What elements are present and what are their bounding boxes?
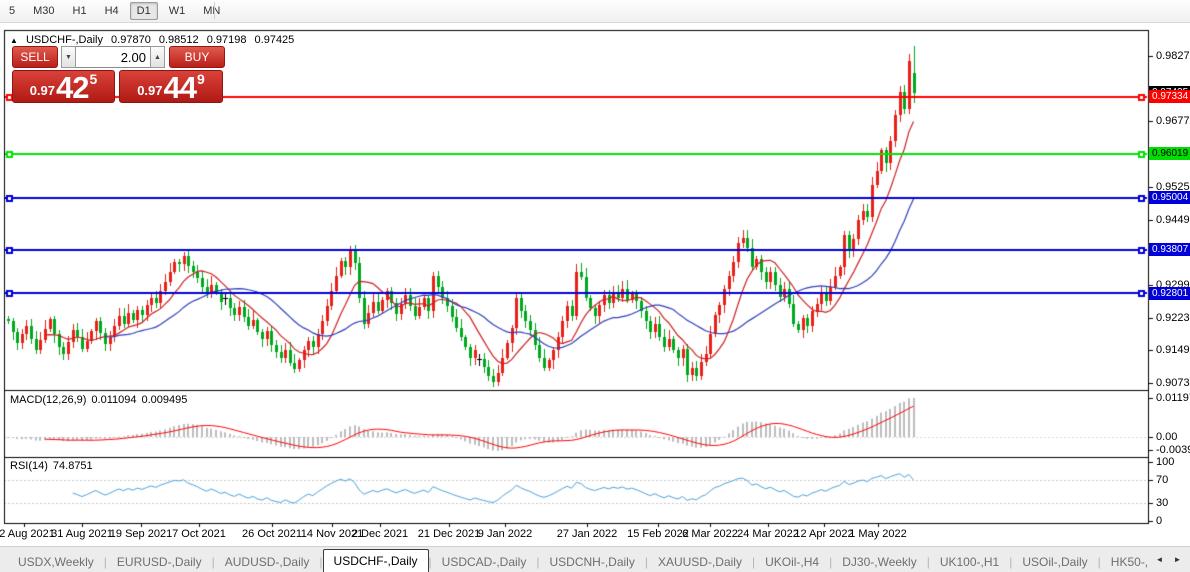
toolbar-separator	[214, 2, 215, 19]
symbol-tab-usdcaddaily[interactable]: USDCAD-,Daily	[432, 552, 537, 572]
volume-decrease-button[interactable]: ▼	[61, 46, 76, 68]
symbol-period-label: USDCHF-,Daily	[26, 34, 103, 46]
triangle-up-icon: ▲	[154, 54, 161, 61]
price-axis-tick-label: 0.90730	[1156, 377, 1190, 389]
period-button-H1[interactable]: H1	[66, 2, 94, 20]
buy-price-button[interactable]: 0.97 44 9	[119, 70, 223, 103]
symbol-tab-usdchfdaily[interactable]: USDCHF-,Daily	[323, 549, 429, 572]
period-button-H4[interactable]: H4	[98, 2, 126, 20]
ohlc-high: 0.98512	[159, 34, 199, 46]
x-axis-date-label: 15 Feb 2022	[627, 528, 689, 540]
sell-price-pip: 5	[90, 71, 98, 87]
tab-scroll-right-button[interactable]: ►	[1170, 552, 1185, 567]
symbol-tab-usoildaily[interactable]: USOil-,Daily	[1012, 552, 1097, 572]
symbol-tab-xauusddaily[interactable]: XAUUSD-,Daily	[648, 552, 752, 572]
timeframe-toolbar: 5M30 H1H4D1W1MN	[0, 0, 1190, 23]
symbol-tab-usdxweekly[interactable]: USDX,Weekly	[8, 552, 104, 572]
price-badge: 0.96019	[1149, 147, 1190, 160]
sell-price-big: 42	[56, 73, 88, 102]
buy-price-prefix: 0.97	[137, 83, 162, 98]
price-badge: 0.97334	[1149, 90, 1190, 103]
x-axis-date-label: 7 Oct 2021	[172, 528, 226, 540]
x-axis-date-label: 31 Aug 2021	[51, 528, 113, 540]
x-axis-date-label: 12 Apr 2022	[794, 528, 853, 540]
rsi-axis-label: 70	[1156, 474, 1168, 486]
ohlc-open: 0.97870	[111, 34, 151, 46]
symbol-tab-usdcnhdaily[interactable]: USDCNH-,Daily	[539, 552, 644, 572]
period-button-D1[interactable]: D1	[130, 2, 158, 20]
macd-axis-label: 0.011979	[1156, 392, 1190, 404]
symbol-tab-uk100h1[interactable]: UK100-,H1	[930, 552, 1009, 572]
price-axis-tick-label: 0.98270	[1156, 50, 1190, 62]
macd-axis-label: 0.00	[1156, 431, 1177, 443]
buy-price-big: 44	[164, 73, 196, 102]
rsi-axis-label: 30	[1156, 497, 1168, 509]
triangle-down-icon: ▼	[65, 54, 72, 61]
price-axis-tick-label: 0.96770	[1156, 115, 1190, 127]
x-axis-date-label: 19 Sep 2021	[110, 528, 172, 540]
price-badge: 0.95004	[1149, 191, 1190, 204]
volume-input[interactable]	[76, 46, 150, 68]
symbol-tab-bar: USDX,Weekly|EURUSD-,Daily|AUDUSD-,Daily|…	[0, 546, 1190, 572]
rsi-label: RSI(14)74.8751	[10, 460, 98, 472]
period-button-M30[interactable]: M30	[26, 2, 61, 20]
rsi-axis-label: 100	[1156, 456, 1174, 468]
x-axis-date-label: 2 Dec 2021	[352, 528, 408, 540]
price-axis-tick-label: 0.94490	[1156, 214, 1190, 226]
volume-increase-button[interactable]: ▲	[150, 46, 165, 68]
sell-price-prefix: 0.97	[30, 83, 55, 98]
period-button-W1[interactable]: W1	[162, 2, 193, 20]
ohlc-close: 0.97425	[255, 34, 295, 46]
tab-scroll-buttons: ◄ ►	[1149, 550, 1188, 569]
rsi-axis-label: 0	[1156, 515, 1162, 527]
symbol-tab-ukoilh4[interactable]: UKOil-,H4	[755, 552, 829, 572]
period-button-5[interactable]: 5	[2, 2, 22, 20]
x-axis-date-label: 12 Aug 2021	[0, 528, 55, 540]
sell-button[interactable]: SELL	[12, 46, 58, 68]
x-axis-date-label: 24 Mar 2022	[737, 528, 799, 540]
x-axis-date-label: 26 Oct 2021	[242, 528, 302, 540]
macd-label: MACD(12,26,9)0.0110940.009495	[10, 394, 192, 406]
x-axis-date-label: 21 Dec 2021	[418, 528, 480, 540]
symbol-tab-dj30weekly[interactable]: DJ30-,Weekly	[832, 552, 926, 572]
x-axis-date-label: 9 Jan 2022	[478, 528, 532, 540]
one-click-trading-panel: SELL ▼ ▲ BUY 0.97 42 5 0.97 44 9	[12, 46, 226, 103]
period-button-MN[interactable]: MN	[196, 2, 227, 20]
x-axis-date-label: 27 Jan 2022	[557, 528, 618, 540]
ohlc-low: 0.97198	[207, 34, 247, 46]
x-axis-date-label: 6 Mar 2022	[682, 528, 738, 540]
chart-title: ▲ USDCHF-,Daily 0.97870 0.98512 0.97198 …	[10, 34, 299, 46]
price-badge: 0.93807	[1149, 243, 1190, 256]
tab-scroll-left-button[interactable]: ◄	[1152, 552, 1167, 567]
price-badge: 0.92801	[1149, 287, 1190, 300]
symbol-tab-eurusddaily[interactable]: EURUSD-,Daily	[107, 552, 212, 572]
x-axis-date-label: 1 May 2022	[849, 528, 906, 540]
price-axis-tick-label: 0.92230	[1156, 312, 1190, 324]
sell-price-button[interactable]: 0.97 42 5	[12, 70, 115, 103]
price-axis-tick-label: 0.91490	[1156, 344, 1190, 356]
macd-axis-label: -0.00395	[1156, 444, 1190, 456]
buy-price-pip: 9	[197, 71, 205, 87]
buy-button[interactable]: BUY	[169, 46, 225, 68]
collapse-triangle-icon: ▲	[10, 36, 18, 45]
symbol-tab-audusddaily[interactable]: AUDUSD-,Daily	[215, 552, 320, 572]
